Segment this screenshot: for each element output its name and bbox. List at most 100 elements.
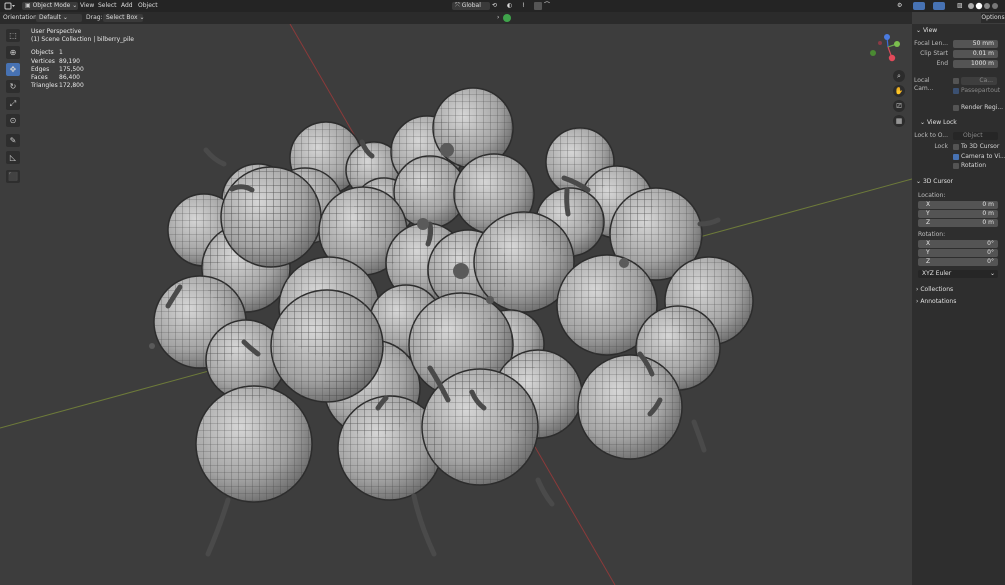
chevron-down-icon: ⌄ — [920, 119, 926, 126]
cursor-rotation-x-field[interactable]: X 0° — [918, 240, 998, 248]
chevron-down-icon: ⌄ — [72, 2, 78, 9]
stat-row: Edges 175,500 — [31, 65, 84, 73]
scene-icon — [503, 14, 511, 22]
x-axis-icon — [888, 54, 896, 62]
location-label: Location: — [918, 192, 946, 199]
overlays-toggle-icon[interactable] — [933, 2, 945, 10]
cursor-location-z-field[interactable]: Z0 m — [918, 219, 998, 227]
snap-icon[interactable]: ◐ — [507, 2, 521, 10]
collection-info: (1) Scene Collection | bilberry_pile — [31, 36, 134, 44]
neg-x-axis-icon — [878, 41, 882, 45]
transform-orientation-selector[interactable]: ⤧ Global — [452, 2, 490, 10]
camera-to-view-checkbox[interactable] — [953, 154, 959, 160]
annotate-tool-icon[interactable]: ✎ — [6, 134, 20, 147]
cursor-location-y-field[interactable]: Y0 m — [918, 210, 998, 218]
clip-start-label: Clip Start — [920, 50, 948, 57]
mode-selector[interactable]: ▣ Object Mode ⌄ — [22, 2, 78, 10]
focal-length-field[interactable]: 50 mm — [953, 40, 998, 48]
orientation-label: Orientation: — [3, 14, 39, 21]
chevron-right-icon: › — [916, 298, 919, 305]
pivot-point-icon[interactable]: ⟲ — [492, 2, 506, 10]
menu-view[interactable]: View — [80, 2, 94, 10]
3d-cursor-section-header[interactable]: ⌄ 3D Cursor — [916, 177, 953, 186]
stat-row: Vertices 89,190 — [31, 57, 80, 65]
view-name: User Perspective — [31, 28, 82, 35]
lock-rotation-checkbox[interactable] — [953, 163, 959, 169]
shading-mode-group[interactable] — [967, 2, 1001, 10]
gizmo-toggle-icon[interactable] — [913, 2, 925, 10]
move-tool-icon[interactable]: ✥ — [6, 63, 20, 76]
tool-settings-bar: Orientation: Default ⌄ Drag: Select Box … — [0, 12, 912, 24]
select-box-tool-icon[interactable]: ⬚ — [6, 29, 20, 42]
falloff-icon[interactable]: ⌒ — [544, 2, 554, 10]
camera-to-view-label: Camera to Vi... — [961, 153, 1005, 160]
menu-select[interactable]: Select — [98, 2, 117, 10]
rotate-tool-icon[interactable]: ↻ — [6, 80, 20, 93]
snap-target-icon[interactable]: ⌇ — [522, 2, 534, 10]
local-camera-label: Local Cam... — [914, 77, 934, 92]
stat-row: Objects 1 — [31, 49, 63, 57]
stat-row: Faces 86,400 — [31, 74, 80, 82]
lock-to-object-field[interactable]: Object — [953, 132, 998, 140]
clip-end-label: End — [936, 60, 948, 67]
object-mode-icon: ▣ — [25, 2, 33, 9]
local-camera-field[interactable]: Ca... — [961, 77, 997, 85]
cursor-rotation-z-field[interactable]: Z 0° — [918, 258, 998, 266]
navigation-gizmo[interactable] — [866, 34, 906, 64]
y-axis-icon — [894, 41, 900, 47]
view-lock-header[interactable]: ⌄ View Lock — [920, 118, 957, 127]
orientation-dropdown[interactable]: Default ⌄ — [36, 14, 82, 22]
annotations-section-header[interactable]: › Annotations — [916, 297, 956, 306]
pan-hand-icon[interactable]: ✋ — [893, 85, 905, 97]
lock-to-3d-cursor-label: To 3D Cursor — [961, 143, 1000, 150]
passepartout-checkbox[interactable] — [953, 88, 959, 94]
cursor-tool-icon[interactable]: ⊕ — [6, 46, 20, 59]
options-button[interactable]: Options — [981, 13, 1005, 23]
zoom-icon[interactable]: ⌕ — [893, 70, 905, 82]
material-shading-icon — [984, 3, 990, 9]
viewport-header: ▣ Object Mode ⌄ View Select Add Object ⤧… — [0, 0, 1005, 12]
collections-section-header[interactable]: › Collections — [916, 285, 953, 294]
camera-view-icon[interactable]: ⎚ — [893, 100, 905, 112]
object-visibility-icon[interactable]: ⚙ — [897, 2, 909, 10]
clip-start-field[interactable]: 0.01 m — [953, 50, 998, 58]
xray-toggle-icon[interactable]: ▨ — [957, 2, 965, 10]
orientation-icon: ⤧ — [455, 2, 460, 9]
perspective-grid-icon[interactable]: ▦ — [893, 115, 905, 127]
3d-viewport[interactable]: User Perspective (1) Scene Collection | … — [0, 24, 912, 585]
lock-rotation-label: Rotation — [961, 162, 987, 169]
editor-type-icon[interactable] — [4, 2, 16, 10]
navigation-buttons: ⌕ ✋ ⎚ ▦ — [893, 70, 907, 130]
lock-to-3d-cursor-checkbox[interactable] — [953, 144, 959, 150]
cursor-location-x-field[interactable]: X0 m — [918, 201, 998, 209]
transform-tool-icon[interactable]: ⊙ — [6, 114, 20, 127]
proportional-edit-icon[interactable] — [534, 2, 542, 10]
chevron-down-icon: ⌄ — [916, 178, 922, 185]
menu-object[interactable]: Object — [138, 2, 158, 10]
cursor-rotation-y-field[interactable]: Y 0° — [918, 249, 998, 257]
view-section-header[interactable]: ⌄ View — [916, 26, 937, 35]
scene-render — [0, 24, 912, 585]
clip-end-field[interactable]: 1000 m — [953, 60, 998, 68]
menu-add[interactable]: Add — [121, 2, 133, 10]
measure-tool-icon[interactable]: ◺ — [6, 151, 20, 164]
add-cube-tool-icon[interactable]: ⬛ — [6, 170, 20, 183]
wireframe-shading-icon — [968, 3, 974, 9]
drag-dropdown[interactable]: Select Box ⌄ — [103, 14, 145, 22]
rotation-label: Rotation: — [918, 231, 946, 238]
stat-row: Triangles 172,800 — [31, 82, 84, 90]
passepartout-label: Passepartout — [961, 87, 1001, 94]
scale-tool-icon[interactable]: ⤢ — [6, 97, 20, 110]
local-camera-checkbox[interactable] — [953, 78, 959, 84]
lock-to-object-label: Lock to O... — [914, 132, 948, 139]
render-region-checkbox[interactable] — [953, 105, 959, 111]
bilberry-pile — [149, 87, 754, 557]
rendered-shading-icon — [992, 3, 998, 9]
rotation-mode-dropdown[interactable]: XYZ Euler ⌄ — [918, 270, 998, 278]
chevron-down-icon: ⌄ — [62, 14, 68, 21]
viewport-info: User Perspective (1) Scene Collection | … — [31, 28, 134, 90]
focal-length-label: Focal Len... — [914, 40, 948, 47]
z-axis-icon — [884, 34, 890, 40]
chevron-down-icon: ⌄ — [989, 270, 995, 277]
lock-label: Lock — [934, 143, 948, 150]
